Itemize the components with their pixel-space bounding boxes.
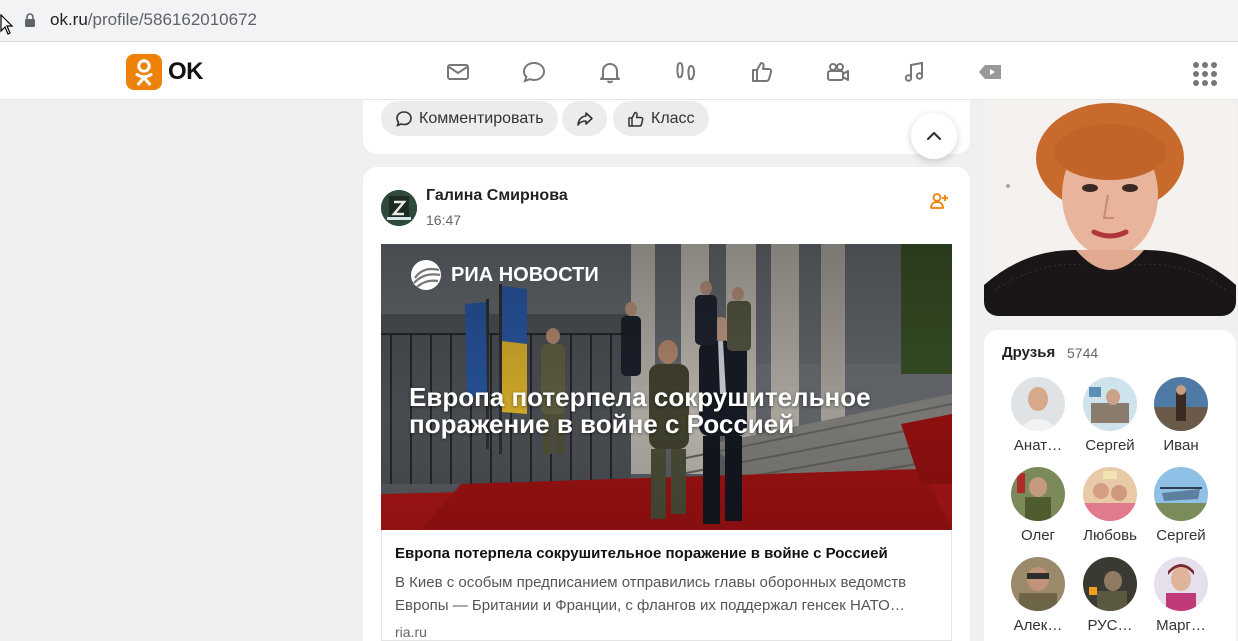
add-friend-icon[interactable] — [929, 191, 949, 211]
friend-avatar — [1011, 377, 1065, 431]
post-time: 16:47 — [426, 212, 462, 228]
friend-item[interactable]: Олег — [1003, 467, 1073, 544]
ok-logo[interactable]: OK — [126, 54, 204, 90]
like-label: Класс — [651, 109, 695, 127]
video-icon[interactable] — [952, 59, 1028, 85]
friend-avatar — [1083, 557, 1137, 611]
brand-label: РИА НОВОСТИ — [451, 263, 599, 286]
friend-item[interactable]: Марг… — [1146, 557, 1216, 634]
friend-avatar — [1154, 467, 1208, 521]
author-avatar[interactable] — [381, 190, 417, 226]
top-navigation: OK — [0, 42, 1238, 100]
friend-item[interactable]: Сергей — [1075, 377, 1145, 454]
browser-address-bar: ok.ru/profile/586162010672 — [0, 0, 1238, 42]
friend-item[interactable]: РУС… — [1075, 557, 1145, 634]
friend-avatar — [1154, 557, 1208, 611]
friend-avatar — [1083, 377, 1137, 431]
ria-news-brand: РИА НОВОСТИ — [409, 258, 599, 292]
bell-icon[interactable] — [572, 59, 648, 85]
comment-button[interactable]: Комментировать — [381, 101, 558, 136]
friend-item[interactable]: Любовь — [1075, 467, 1145, 544]
profile-portrait — [984, 100, 1236, 316]
scroll-to-top-button[interactable] — [911, 113, 957, 159]
lock-icon — [25, 13, 35, 27]
share-icon — [576, 111, 593, 126]
post-author[interactable]: Галина Смирнова — [426, 187, 568, 205]
friend-avatar — [1154, 377, 1208, 431]
share-button[interactable] — [562, 101, 607, 136]
friends-title[interactable]: Друзья — [1002, 344, 1055, 361]
apps-grid-icon[interactable] — [1193, 62, 1217, 86]
url-field[interactable]: ok.ru/profile/586162010672 — [50, 10, 257, 30]
like-button[interactable]: Класс — [613, 101, 709, 136]
logo-text: OK — [168, 58, 204, 85]
friend-item[interactable]: Анат… — [1003, 377, 1073, 454]
like-icon[interactable] — [724, 59, 800, 85]
feed-post: Галина Смирнова 16:47 РИА НОВОСТИ Европа… — [363, 167, 970, 641]
music-icon[interactable] — [876, 59, 952, 85]
friend-avatar — [1011, 557, 1065, 611]
mouse-cursor-icon — [0, 14, 14, 35]
friend-avatar — [1011, 467, 1065, 521]
link-domain[interactable]: ria.ru — [395, 624, 427, 640]
link-title[interactable]: Европа потерпела сокрушительное поражени… — [395, 545, 888, 562]
friends-count: 5744 — [1067, 345, 1099, 361]
media-headline: Европа потерпела сокрушительное поражени… — [409, 382, 871, 439]
link-preview[interactable]: Европа потерпела сокрушительное поражени… — [381, 530, 952, 641]
comment-label: Комментировать — [419, 109, 544, 127]
chevron-up-icon — [926, 131, 942, 141]
guests-icon[interactable] — [648, 59, 724, 85]
mail-icon[interactable] — [420, 59, 496, 85]
comment-icon — [396, 110, 412, 127]
video-camera-icon[interactable] — [800, 59, 876, 85]
ria-logo-icon — [411, 260, 441, 290]
link-description: В Киев с особым предписанием отправились… — [395, 574, 907, 614]
friend-avatar — [1083, 467, 1137, 521]
chat-icon[interactable] — [496, 59, 572, 85]
ok-logo-mark-icon — [126, 54, 162, 90]
profile-photo[interactable] — [984, 100, 1236, 316]
friend-item[interactable]: Сергей — [1146, 467, 1216, 544]
friend-item[interactable]: Алек… — [1003, 557, 1073, 634]
thumbs-up-icon — [628, 111, 644, 127]
friend-item[interactable]: Иван — [1146, 377, 1216, 454]
post-media-image[interactable]: РИА НОВОСТИ Европа потерпела сокрушитель… — [381, 244, 952, 530]
friends-widget: Друзья 5744 Анат… Сергей Иван Олег Любов… — [984, 330, 1236, 641]
